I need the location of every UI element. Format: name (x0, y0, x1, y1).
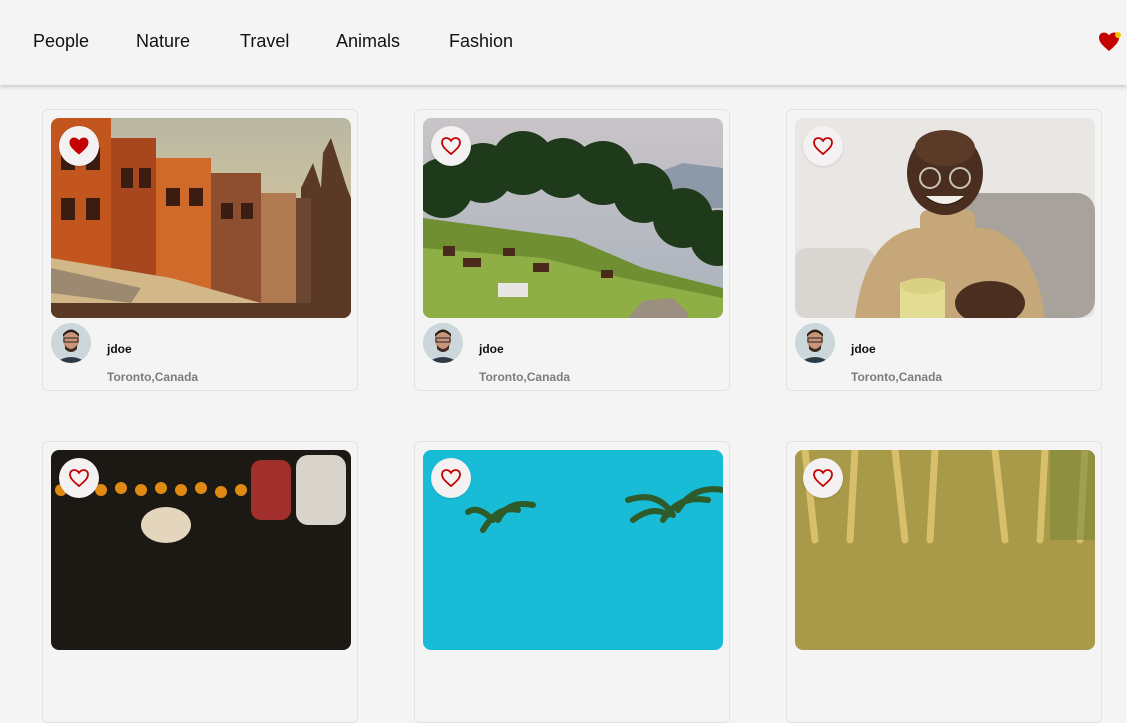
avatar[interactable] (51, 323, 91, 363)
photo-card[interactable]: jdoe Toronto,Canada (414, 109, 730, 391)
like-button[interactable] (431, 126, 471, 166)
card-photo-man-cup[interactable] (795, 118, 1095, 318)
favorites-heart-icon[interactable] (1098, 31, 1122, 53)
username[interactable]: jdoe (107, 342, 132, 356)
like-button[interactable] (59, 458, 99, 498)
nav-travel[interactable]: Travel (240, 31, 289, 52)
photo-card[interactable]: jdoe Toronto,Canada (786, 109, 1102, 391)
location: Toronto,Canada (851, 370, 943, 384)
username[interactable]: jdoe (479, 342, 504, 356)
avatar[interactable] (423, 323, 463, 363)
heart-filled-icon (69, 137, 89, 155)
like-button[interactable] (431, 458, 471, 498)
location: Toronto,Canada (479, 370, 571, 384)
location: Toronto,Canada (107, 370, 199, 384)
like-button[interactable] (803, 458, 843, 498)
card-photo-wheat[interactable] (795, 450, 1095, 650)
heart-outline-icon (813, 469, 833, 488)
username[interactable]: jdoe (851, 342, 876, 356)
nav-fashion[interactable]: Fashion (449, 31, 513, 52)
top-nav-bar: People Nature Travel Animals Fashion (0, 0, 1127, 85)
nav-people[interactable]: People (33, 31, 89, 52)
heart-outline-icon (69, 469, 89, 488)
photo-card[interactable] (42, 441, 358, 723)
photo-card[interactable] (786, 441, 1102, 723)
heart-outline-icon (441, 137, 461, 156)
avatar[interactable] (795, 323, 835, 363)
card-photo-palms[interactable] (423, 450, 723, 650)
heart-outline-icon (813, 137, 833, 156)
card-photo-dog[interactable] (51, 450, 351, 650)
like-button[interactable] (803, 126, 843, 166)
card-photo-horses[interactable] (423, 118, 723, 318)
heart-outline-icon (441, 469, 461, 488)
photo-card[interactable]: jdoe Toronto,Canada (42, 109, 358, 391)
photo-card[interactable] (414, 441, 730, 723)
like-button[interactable] (59, 126, 99, 166)
nav-animals[interactable]: Animals (336, 31, 400, 52)
nav-nature[interactable]: Nature (136, 31, 190, 52)
card-photo-city[interactable] (51, 118, 351, 318)
